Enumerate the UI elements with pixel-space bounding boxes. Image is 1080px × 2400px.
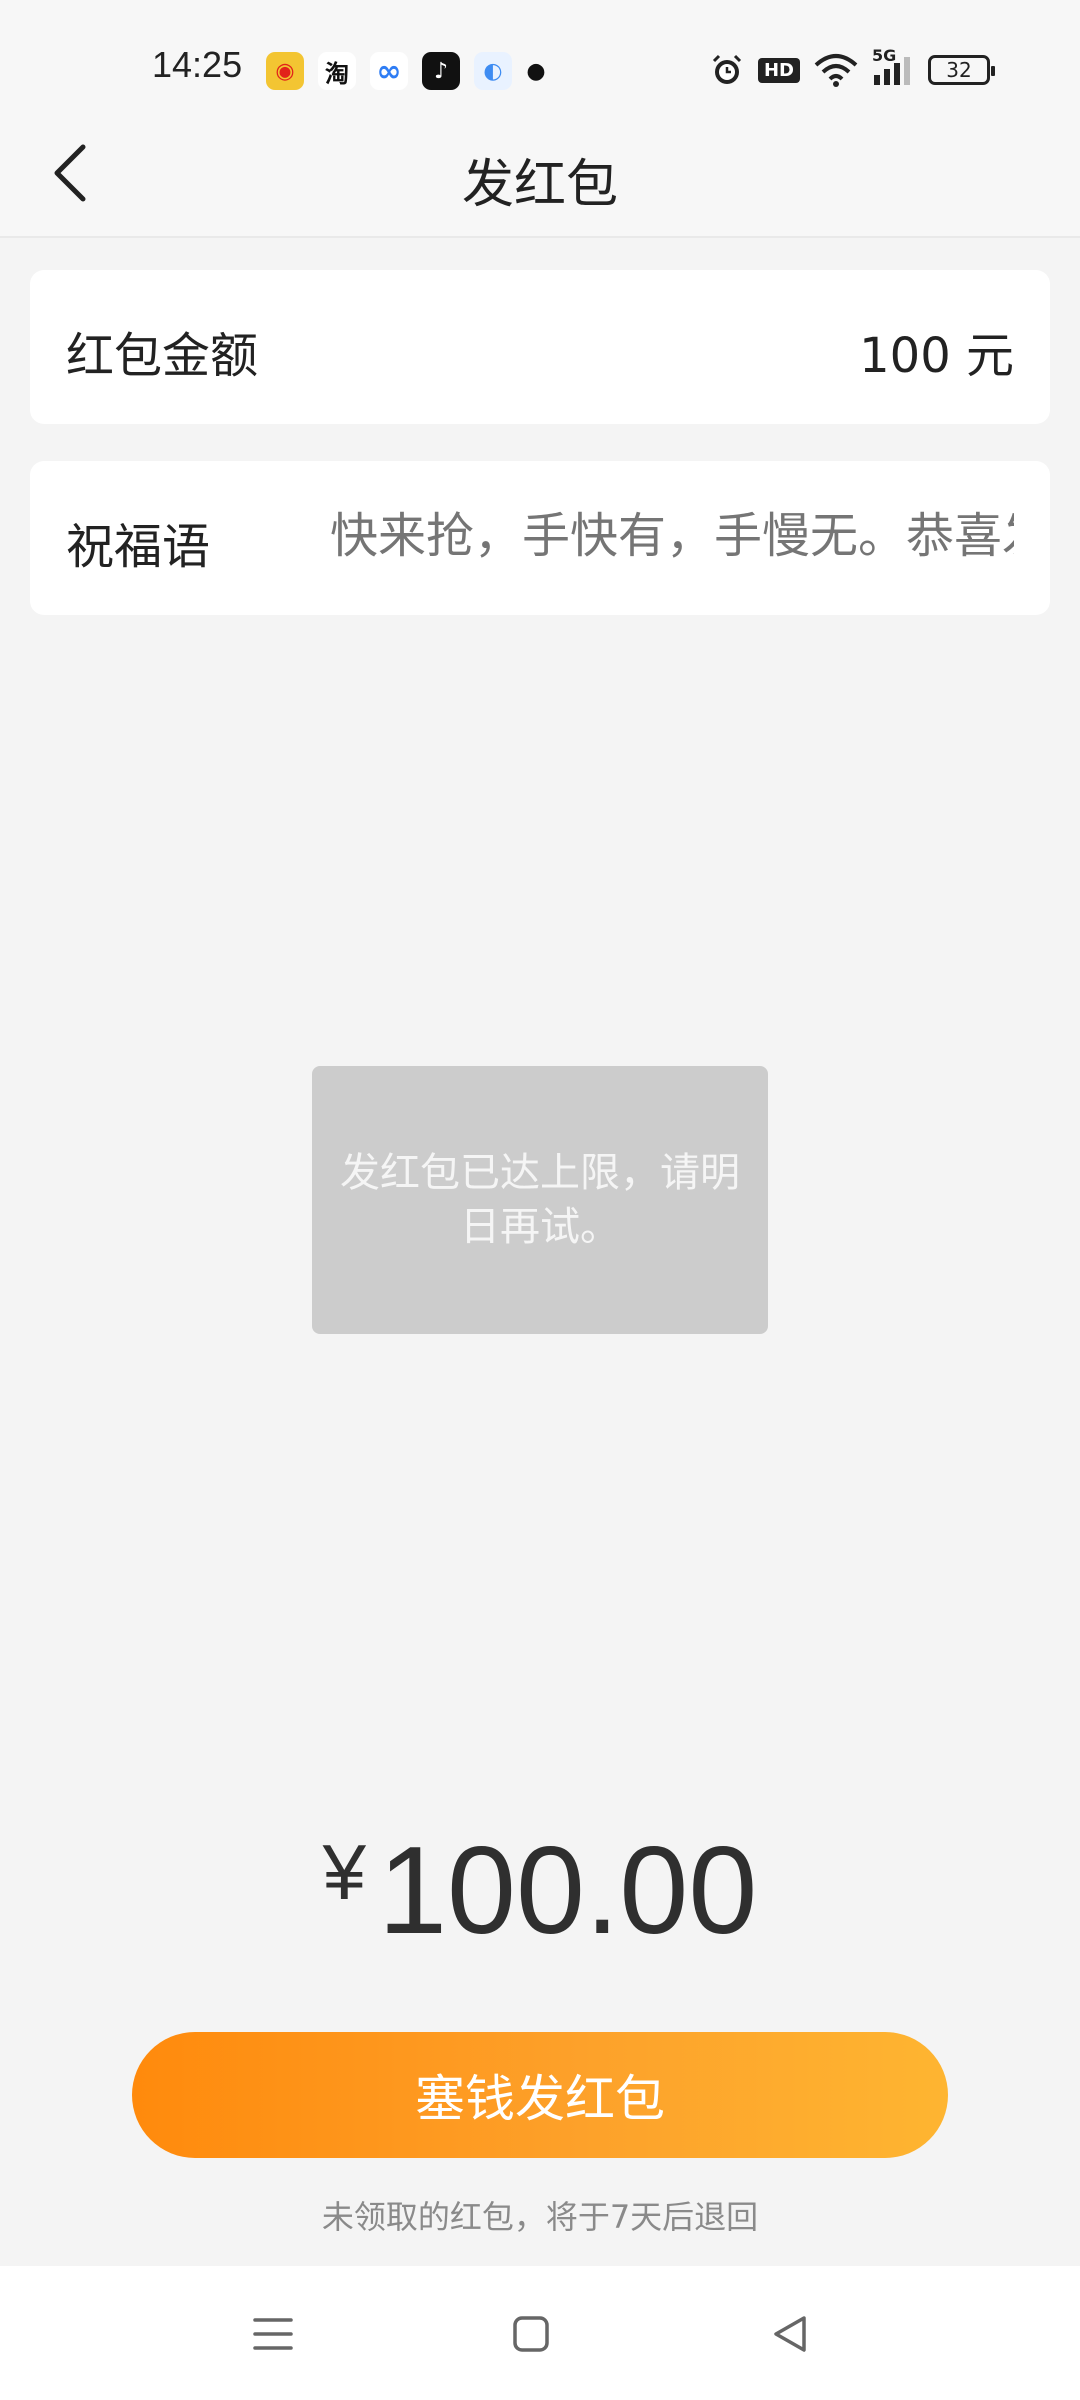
menu-icon — [253, 2318, 293, 2350]
send-red-packet-button[interactable]: 塞钱发红包 — [132, 2032, 948, 2158]
status-indicators: HD 5G 32 — [710, 46, 995, 88]
greeting-row: 祝福语 — [30, 461, 1050, 615]
greeting-input[interactable] — [330, 501, 1014, 571]
home-square-icon — [513, 2316, 549, 2352]
more-notifications-dot-icon: ● — [526, 58, 546, 84]
system-navigation-bar — [0, 2266, 1080, 2400]
refund-notice: 未领取的红包，将于7天后退回 — [321, 2198, 759, 2236]
weibo-icon: ◉ — [266, 52, 304, 90]
cloud-icon: ∞ — [370, 52, 408, 90]
amount-label: 红包金额 — [66, 328, 259, 384]
wifi-icon — [814, 52, 858, 88]
total-amount-display: ¥100.00 — [0, 1820, 1080, 1962]
taobao-icon: 淘 — [318, 52, 356, 90]
amount-value: 100 元 — [859, 328, 1014, 384]
menu-button[interactable] — [243, 2304, 303, 2364]
total-amount: 100.00 — [378, 1822, 758, 1960]
cellular-signal-icon: 5G — [872, 46, 914, 88]
page-title: 发红包 — [461, 155, 618, 215]
amount-row[interactable]: 红包金额 100 元 — [30, 270, 1050, 424]
battery-icon: 32 — [928, 55, 995, 85]
tiktok-icon: ♪ — [422, 52, 460, 90]
home-button[interactable] — [501, 2304, 561, 2364]
send-button-label: 塞钱发红包 — [415, 2070, 665, 2128]
toast-message: 发红包已达上限，请明日再试。 — [340, 1150, 740, 1250]
alarm-icon — [710, 52, 744, 88]
status-time: 14:25 — [152, 44, 243, 85]
system-back-button[interactable] — [760, 2304, 820, 2364]
greeting-label: 祝福语 — [66, 519, 211, 575]
navigation-bar: 发红包 — [0, 110, 1080, 238]
currency-symbol: ¥ — [322, 1828, 367, 1916]
back-triangle-icon — [774, 2316, 806, 2352]
browser-icon: ◐ — [474, 52, 512, 90]
limit-toast: 发红包已达上限，请明日再试。 — [312, 1066, 768, 1334]
network-type: 5G — [872, 46, 897, 65]
hd-icon: HD — [757, 52, 800, 88]
notification-icons: ◉ 淘 ∞ ♪ ◐ ● — [266, 52, 546, 90]
